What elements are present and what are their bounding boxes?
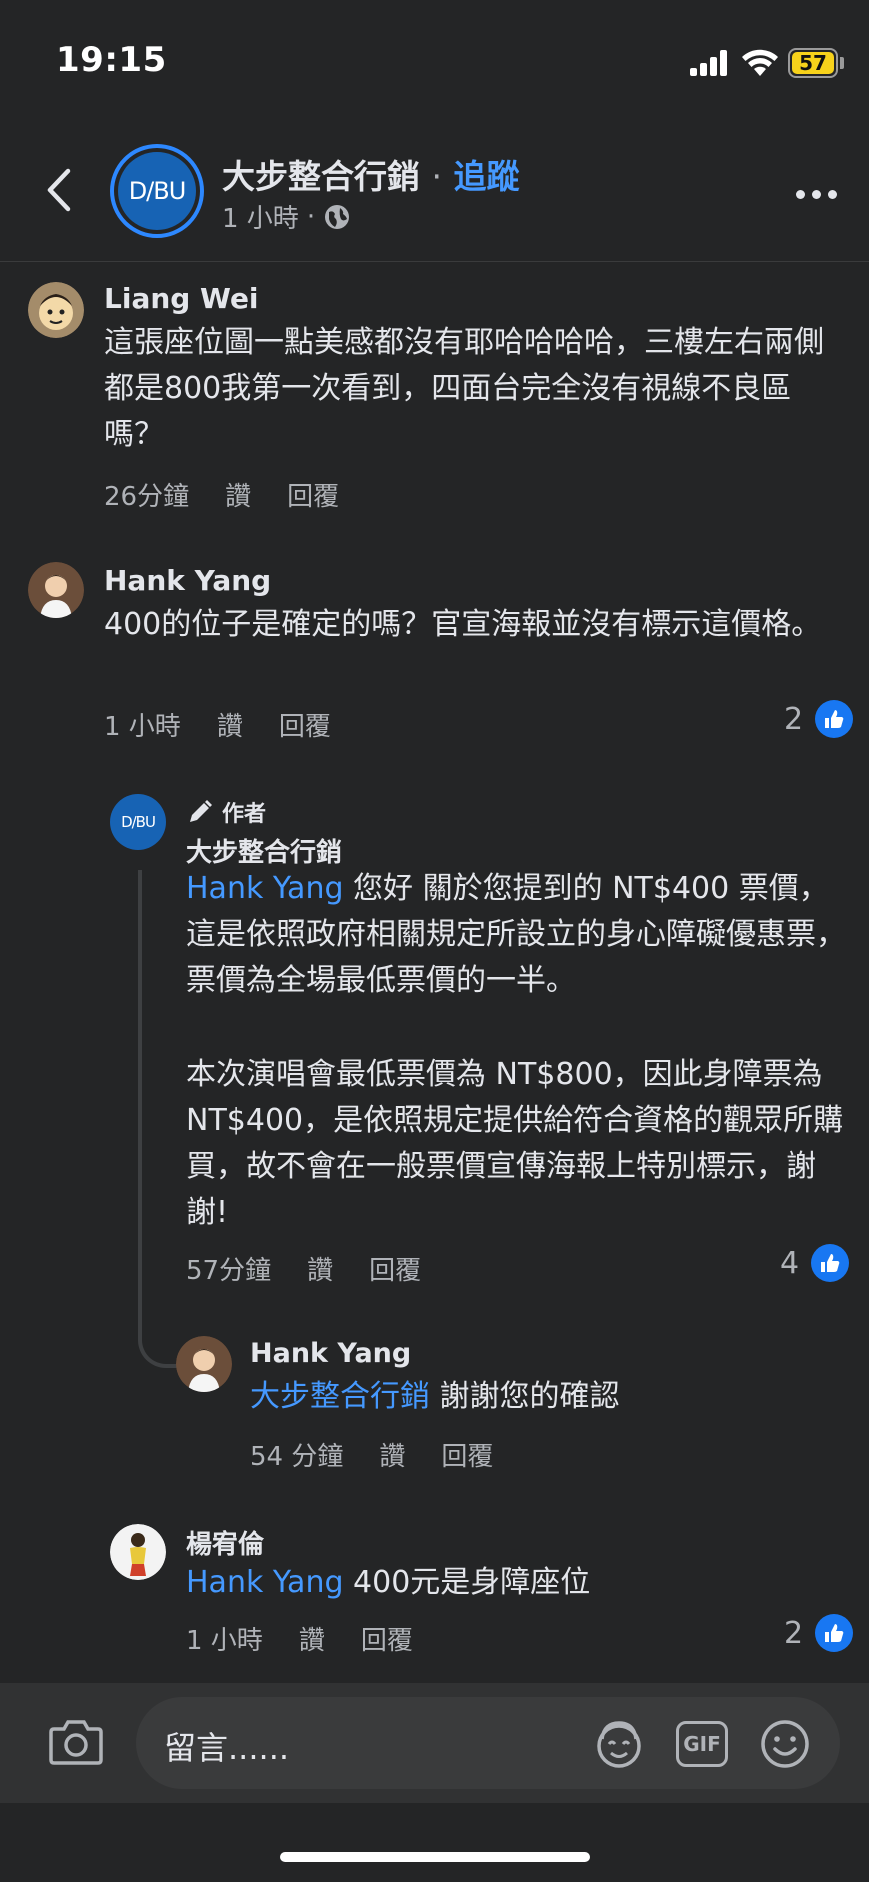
- more-dot: [827, 189, 837, 199]
- comment-actions: 54 分鐘 讚 回覆: [250, 1436, 493, 1473]
- comment-actions: 26分鐘 讚 回覆: [104, 476, 339, 513]
- comment-actions: 57分鐘 讚 回覆: [186, 1250, 421, 1287]
- reply-button[interactable]: 回覆: [287, 476, 339, 513]
- comment-text: 400的位子是確定的嗎？官宣海報並沒有標示這價格。: [104, 607, 822, 642]
- comment-input[interactable]: 留言...... GIF: [136, 1697, 840, 1789]
- chevron-left-icon: [47, 168, 71, 212]
- post-meta: 1 小時 ·: [222, 198, 351, 235]
- follow-button[interactable]: 追蹤: [454, 157, 520, 196]
- status-bar: 19:15 57: [0, 0, 869, 120]
- author-badge: 作者: [186, 796, 266, 828]
- like-button[interactable]: 讚: [379, 1436, 405, 1473]
- back-button[interactable]: [38, 160, 78, 220]
- like-button[interactable]: 讚: [225, 476, 251, 513]
- like-button[interactable]: 讚: [307, 1250, 333, 1287]
- pen-icon: [190, 800, 212, 822]
- comment-text-part: 謝謝您的確認: [430, 1379, 620, 1414]
- comment-liang-wei: Liang Wei 這張座位圖一點美感都沒有耶哈哈哈哈，三樓左右兩側都是800我…: [0, 270, 869, 520]
- post-time: 1 小時: [222, 204, 299, 234]
- reply-button[interactable]: 回覆: [279, 706, 331, 743]
- avatar[interactable]: [28, 562, 84, 618]
- comment-hank-yang: Hank Yang 400的位子是確定的嗎？官宣海報並沒有標示這價格。 1 小時…: [0, 560, 869, 743]
- avatar[interactable]: D/BU: [110, 794, 166, 850]
- author-badge-label: 作者: [222, 802, 267, 827]
- comment-text: 本次演唱會最低票價為 NT$800，因此身障票為 NT$400，是依照規定提供給…: [186, 1057, 844, 1230]
- avatar-sticker-icon[interactable]: [592, 1717, 646, 1771]
- reply-button[interactable]: 回覆: [441, 1436, 493, 1473]
- gif-label: GIF: [683, 1732, 721, 1756]
- comment-author[interactable]: 楊宥倫: [186, 1524, 264, 1561]
- comment-author[interactable]: Liang Wei: [104, 282, 259, 315]
- thumbs-up-icon: [811, 1244, 850, 1282]
- reaction-count[interactable]: 4: [780, 1244, 850, 1282]
- like-button[interactable]: 讚: [299, 1620, 325, 1657]
- comment-time: 57分鐘: [186, 1256, 272, 1286]
- comment-actions: 1 小時 讚 回覆: [104, 706, 331, 743]
- comment-text: Hank Yang 400元是身障座位: [186, 1560, 846, 1606]
- post-header: D/BU 大步整合行銷 · 追蹤 1 小時 ·: [0, 130, 869, 262]
- status-time: 19:15: [56, 40, 167, 80]
- battery-level: 57: [792, 51, 834, 75]
- like-count: 2: [784, 1615, 804, 1651]
- like-button[interactable]: 讚: [217, 706, 243, 743]
- mention-link[interactable]: 大步整合行銷: [250, 1379, 430, 1414]
- reply-yang-you-lun: 楊宥倫 Hank Yang 400元是身障座位 1 小時 讚 回覆 2: [0, 1516, 869, 1666]
- reply-hank-yang: Hank Yang 大步整合行銷 謝謝您的確認 54 分鐘 讚 回覆: [0, 1330, 869, 1480]
- avatar[interactable]: [110, 1524, 166, 1580]
- comment-text: Hank Yang 您好 關於您提到的 NT$400 票價，這是依照政府相關規定…: [186, 866, 846, 1004]
- more-dot: [795, 189, 805, 199]
- comment-author[interactable]: 大步整合行銷: [186, 832, 342, 869]
- gif-icon[interactable]: GIF: [676, 1721, 728, 1767]
- battery-icon: 57: [788, 48, 838, 78]
- meta-separator: ·: [306, 201, 316, 232]
- thumbs-up-icon: [815, 700, 854, 738]
- like-count: 2: [784, 701, 804, 737]
- page-avatar[interactable]: D/BU: [110, 144, 204, 238]
- mention-link[interactable]: Hank Yang: [186, 1565, 344, 1600]
- camera-icon[interactable]: [48, 1717, 104, 1767]
- reply-button[interactable]: 回覆: [361, 1620, 413, 1657]
- thumbs-up-icon: [815, 1614, 854, 1652]
- wifi-icon: [742, 49, 778, 76]
- reaction-count[interactable]: 2: [784, 700, 854, 738]
- comment-author[interactable]: Hank Yang: [250, 1338, 411, 1369]
- page-logo: D/BU: [121, 813, 156, 831]
- page-logo: D/BU: [118, 152, 196, 230]
- reply-button[interactable]: 回覆: [369, 1250, 421, 1287]
- page-name-row: 大步整合行銷 · 追蹤: [222, 150, 520, 198]
- comment-composer-bar: 留言...... GIF: [0, 1683, 869, 1803]
- globe-icon: [325, 204, 350, 229]
- comment-author[interactable]: Hank Yang: [104, 564, 271, 597]
- comment-input-placeholder: 留言......: [164, 1729, 290, 1767]
- comment-actions: 1 小時 讚 回覆: [186, 1620, 413, 1657]
- emoji-icon[interactable]: [758, 1717, 812, 1771]
- page-name[interactable]: 大步整合行銷: [222, 157, 420, 196]
- like-count: 4: [780, 1245, 800, 1281]
- comment-time: 1 小時: [104, 712, 181, 742]
- avatar[interactable]: [176, 1336, 232, 1392]
- comment-text: 這張座位圖一點美感都沒有耶哈哈哈哈，三樓左右兩側都是800我第一次看到，四面台完…: [104, 325, 824, 452]
- reply-page-author: D/BU 作者 大步整合行銷 Hank Yang 您好 關於您提到的 NT$40…: [0, 790, 869, 1290]
- more-options-button[interactable]: [786, 174, 846, 214]
- comment-text: 大步整合行銷 謝謝您的確認: [250, 1374, 850, 1420]
- comment-time: 1 小時: [186, 1626, 263, 1656]
- comment-time: 26分鐘: [104, 482, 190, 512]
- comment-time: 54 分鐘: [250, 1442, 344, 1472]
- home-indicator[interactable]: [280, 1852, 590, 1862]
- reaction-count[interactable]: 2: [784, 1614, 854, 1652]
- name-separator: ·: [431, 157, 443, 196]
- battery-nub: [840, 57, 844, 69]
- mention-link[interactable]: Hank Yang: [186, 871, 344, 906]
- more-dot: [811, 189, 821, 199]
- cellular-signal-icon: [690, 50, 730, 76]
- comment-text-part: 400元是身障座位: [343, 1565, 591, 1600]
- avatar[interactable]: [28, 282, 84, 338]
